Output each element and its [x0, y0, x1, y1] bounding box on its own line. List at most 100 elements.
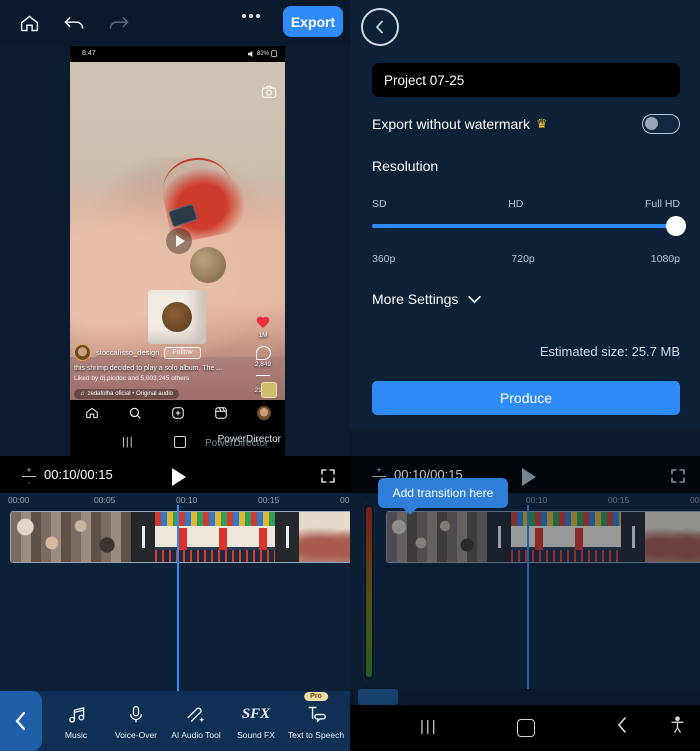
likes-label: Liked by dj.plodoc and 5,003,245 others — [74, 375, 190, 382]
timeline-clip[interactable] — [155, 512, 275, 562]
status-battery: 82% — [256, 50, 269, 57]
split-ratio-icon[interactable]: +⋅ — [22, 465, 36, 488]
playback-time: 00:10/00:15 — [44, 467, 113, 482]
music-note-icon: ♫ — [80, 391, 85, 397]
timeline-track[interactable] — [386, 511, 700, 563]
audio-thumbnail-icon — [261, 382, 277, 398]
dimmed-editor-background: +⋅ 00:10/00:15 00:10 00:15 00 — [350, 430, 700, 751]
audio-label: zedafolha oficial • Original audio — [87, 391, 174, 397]
instagram-user-row: stoccafisso_design Follow — [74, 344, 281, 361]
plus-square-icon[interactable] — [171, 406, 185, 420]
android-nav-bar: ||| — [350, 705, 700, 751]
microphone-icon — [107, 703, 165, 727]
tool-sound-fx[interactable]: SFX Sound FX — [227, 703, 285, 740]
tool-ai-audio[interactable]: AI Audio Tool — [167, 703, 225, 740]
timeline-clip[interactable] — [11, 512, 131, 562]
ruler-tick: 00 — [340, 495, 350, 505]
wooden-wheel — [190, 247, 226, 283]
timeline-clip[interactable] — [645, 512, 700, 562]
home-icon[interactable] — [174, 436, 186, 448]
like-action[interactable]: 1M — [245, 317, 281, 339]
playhead[interactable] — [527, 505, 529, 689]
tool-voice-over[interactable]: Voice-Over — [107, 703, 165, 740]
powerdirector-watermark: PowerDirector — [205, 438, 269, 449]
accessibility-icon[interactable] — [670, 716, 685, 734]
status-time: 8:47 — [82, 50, 96, 57]
export-button[interactable]: Export — [283, 6, 343, 37]
video-preview[interactable]: 8:47 82% 1M 2,849 stoccafisso_design Fol… — [70, 46, 285, 456]
tool-label: Voice-Over — [114, 729, 158, 740]
reels-icon[interactable] — [214, 406, 228, 420]
tool-label: Music — [64, 729, 88, 740]
ruler-tick: 00 — [690, 495, 700, 505]
recents-icon[interactable]: ||| — [420, 718, 438, 735]
recents-icon[interactable]: ||| — [122, 436, 134, 448]
toolbar-back-button[interactable] — [0, 691, 42, 751]
tool-label: Text to Speech — [287, 729, 345, 740]
instagram-username: stoccafisso_design — [96, 348, 160, 357]
ruler-tick: 00:15 — [608, 495, 630, 505]
timeline-track[interactable] — [10, 511, 350, 563]
transition-marker[interactable] — [131, 512, 155, 562]
ruler-tick: 00:05 — [94, 495, 116, 505]
transition-marker[interactable] — [275, 512, 299, 562]
profile-avatar-icon[interactable] — [256, 406, 271, 420]
play-icon[interactable] — [522, 468, 536, 486]
home-icon[interactable] — [85, 406, 99, 420]
follow-button[interactable]: Follow — [164, 346, 201, 359]
playhead[interactable] — [177, 505, 179, 691]
timeline-clip[interactable] — [387, 512, 487, 562]
avatar — [74, 344, 91, 361]
heart-icon — [256, 317, 270, 331]
add-transition-tooltip[interactable]: Add transition here — [378, 478, 508, 515]
ruler-tick: 00:00 — [8, 495, 30, 505]
undo-icon[interactable] — [59, 8, 89, 38]
preview-play-overlay-icon[interactable] — [166, 228, 192, 254]
bottom-toolbar: Music Voice-Over AI Audio Tool SFX Sound… — [0, 691, 350, 751]
camera-icon — [261, 84, 277, 100]
transition-marker[interactable] — [487, 512, 511, 562]
pro-badge: Pro — [304, 691, 328, 701]
ruler-tick: 00:10 — [526, 495, 548, 505]
ruler-tick: 00:10 — [176, 495, 198, 505]
likes-count: 1M — [258, 332, 268, 339]
phone-status-bar: 8:47 82% — [70, 46, 285, 62]
video-frame: 1M 2,849 21.6K stoccafisso_de — [70, 62, 285, 404]
audio-level-meter — [363, 502, 375, 682]
instagram-caption: this shrimp decided to play a solo album… — [74, 365, 223, 372]
status-right: 82% — [248, 50, 277, 57]
sfx-icon: SFX — [241, 706, 271, 722]
instagram-bottom-nav — [70, 400, 285, 426]
playback-bar: + ⋅ 00:10/00:15 — [0, 456, 350, 493]
text-to-speech-icon — [287, 703, 345, 727]
back-icon[interactable] — [615, 716, 629, 734]
instagram-likes-text: Liked by dj.plodoc and 5,003,245 others — [74, 375, 281, 382]
fullscreen-icon[interactable] — [320, 468, 336, 484]
right-lower-area: +⋅ 00:10/00:15 00:10 00:15 00 — [350, 0, 700, 751]
timeline[interactable]: 00:00 00:05 00:10 00:15 00 — [0, 493, 350, 691]
timeline-clip[interactable] — [299, 512, 350, 562]
play-icon[interactable] — [172, 468, 186, 486]
instagram-caption-block: stoccafisso_design Follow this shrimp de… — [74, 344, 281, 400]
tool-music[interactable]: Music — [47, 703, 105, 740]
tool-label: Sound FX — [237, 729, 275, 740]
toolbar-back-chip[interactable] — [358, 689, 398, 705]
search-icon[interactable] — [128, 406, 142, 420]
timeline-dimmed[interactable]: 00:10 00:15 00 — [350, 493, 700, 689]
top-toolbar: Export — [0, 0, 350, 46]
redo-icon[interactable] — [104, 8, 134, 38]
tool-text-to-speech[interactable]: Pro Text to Speech — [287, 691, 345, 740]
wooden-block — [148, 290, 206, 344]
music-note-icon — [47, 703, 105, 727]
tool-list: Music Voice-Over AI Audio Tool SFX Sound… — [42, 691, 350, 740]
instagram-audio-chip: ♫ zedafolha oficial • Original audio — [74, 389, 179, 399]
home-icon[interactable] — [517, 719, 535, 737]
ruler-tick: 00:15 — [258, 495, 280, 505]
ellipsis-icon[interactable] — [242, 14, 260, 18]
chevron-left-icon — [15, 711, 26, 731]
fullscreen-icon[interactable] — [670, 468, 686, 484]
tool-label: AI Audio Tool — [171, 729, 221, 740]
home-icon[interactable] — [14, 8, 44, 38]
app-root: Export 8:47 82% 1M 2,849 stoccafisso_des… — [0, 0, 700, 751]
transition-marker[interactable] — [621, 512, 645, 562]
